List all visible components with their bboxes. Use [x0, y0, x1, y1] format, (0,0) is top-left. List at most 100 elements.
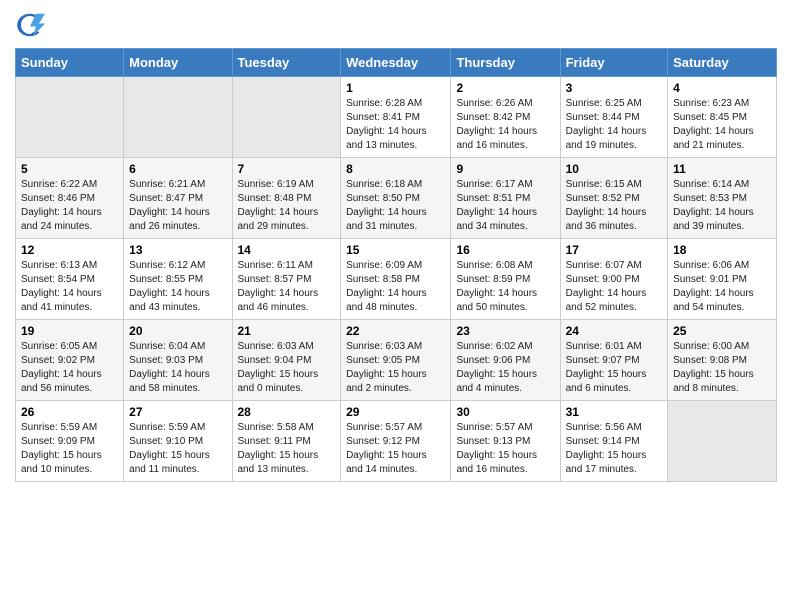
day-number: 29: [346, 405, 445, 419]
day-number: 7: [238, 162, 336, 176]
day-number: 3: [566, 81, 662, 95]
calendar-cell: 1Sunrise: 6:28 AM Sunset: 8:41 PM Daylig…: [341, 77, 451, 158]
day-number: 19: [21, 324, 118, 338]
calendar-table: SundayMondayTuesdayWednesdayThursdayFrid…: [15, 48, 777, 482]
day-info: Sunrise: 5:59 AM Sunset: 9:10 PM Dayligh…: [129, 421, 226, 477]
calendar-cell: 17 Sunrise: 6:07 AM Sunset: 9:00 PM Dayli…: [560, 239, 667, 320]
header-thursday: Thursday: [451, 49, 560, 77]
day-number: 6: [129, 162, 226, 176]
calendar-cell: 12 Sunrise: 6:13 AM Sunset: 8:54 PM Dayli…: [16, 239, 124, 320]
day-number: 30: [456, 405, 554, 419]
calendar-cell: 11Sunrise: 6:14 AM Sunset: 8:53 PM Dayli…: [668, 158, 777, 239]
day-number: 31: [566, 405, 662, 419]
logo: [15, 10, 49, 40]
calendar-cell: [124, 77, 232, 158]
calendar-cell: 2 Sunrise: 6:26 AM Sunset: 8:42 PM Daylig…: [451, 77, 560, 158]
day-number: 23: [456, 324, 554, 338]
day-number: 16: [456, 243, 554, 257]
week-row-4: 19 Sunrise: 6:05 AM Sunset: 9:02 PM Dayli…: [16, 320, 777, 401]
day-info: Sunrise: 6:05 AM Sunset: 9:02 PM Dayligh…: [21, 340, 118, 396]
day-number: 25: [673, 324, 771, 338]
day-info: Sunrise: 5:59 AM Sunset: 9:09 PM Dayligh…: [21, 421, 118, 477]
day-info: Sunrise: 5:56 AM Sunset: 9:14 PM Dayligh…: [566, 421, 662, 477]
calendar-header-row: SundayMondayTuesdayWednesdayThursdayFrid…: [16, 49, 777, 77]
calendar-cell: 31 Sunrise: 5:56 AM Sunset: 9:14 PM Dayli…: [560, 401, 667, 482]
header: [15, 10, 777, 40]
calendar-cell: 6 Sunrise: 6:21 AM Sunset: 8:47 PM Daylig…: [124, 158, 232, 239]
week-row-2: 5 Sunrise: 6:22 AM Sunset: 8:46 PM Daylig…: [16, 158, 777, 239]
day-info: Sunrise: 6:02 AM Sunset: 9:06 PM Dayligh…: [456, 340, 554, 396]
week-row-5: 26 Sunrise: 5:59 AM Sunset: 9:09 PM Dayli…: [16, 401, 777, 482]
calendar-cell: 24 Sunrise: 6:01 AM Sunset: 9:07 PM Dayli…: [560, 320, 667, 401]
day-number: 18: [673, 243, 771, 257]
day-number: 8: [346, 162, 445, 176]
day-info: Sunrise: 6:09 AM Sunset: 8:58 PM Dayligh…: [346, 259, 445, 315]
header-saturday: Saturday: [668, 49, 777, 77]
calendar-cell: 25 Sunrise: 6:00 AM Sunset: 9:08 PM Dayli…: [668, 320, 777, 401]
day-info: Sunrise: 6:00 AM Sunset: 9:08 PM Dayligh…: [673, 340, 771, 396]
header-friday: Friday: [560, 49, 667, 77]
day-number: 26: [21, 405, 118, 419]
day-info: Sunrise: 6:28 AM Sunset: 8:41 PM Dayligh…: [346, 97, 445, 153]
calendar-cell: 16Sunrise: 6:08 AM Sunset: 8:59 PM Dayli…: [451, 239, 560, 320]
day-info: Sunrise: 6:23 AM Sunset: 8:45 PM Dayligh…: [673, 97, 771, 153]
day-info: Sunrise: 6:18 AM Sunset: 8:50 PM Dayligh…: [346, 178, 445, 234]
day-info: Sunrise: 6:03 AM Sunset: 9:05 PM Dayligh…: [346, 340, 445, 396]
calendar-cell: 30 Sunrise: 5:57 AM Sunset: 9:13 PM Dayli…: [451, 401, 560, 482]
calendar-cell: 23 Sunrise: 6:02 AM Sunset: 9:06 PM Dayli…: [451, 320, 560, 401]
day-number: 21: [238, 324, 336, 338]
day-info: Sunrise: 6:04 AM Sunset: 9:03 PM Dayligh…: [129, 340, 226, 396]
calendar-cell: 26 Sunrise: 5:59 AM Sunset: 9:09 PM Dayli…: [16, 401, 124, 482]
calendar-cell: 18Sunrise: 6:06 AM Sunset: 9:01 PM Dayli…: [668, 239, 777, 320]
day-info: Sunrise: 6:22 AM Sunset: 8:46 PM Dayligh…: [21, 178, 118, 234]
calendar-cell: 28 Sunrise: 5:58 AM Sunset: 9:11 PM Dayli…: [232, 401, 341, 482]
header-sunday: Sunday: [16, 49, 124, 77]
calendar-cell: 8 Sunrise: 6:18 AM Sunset: 8:50 PM Daylig…: [341, 158, 451, 239]
day-number: 9: [456, 162, 554, 176]
day-info: Sunrise: 5:57 AM Sunset: 9:12 PM Dayligh…: [346, 421, 445, 477]
day-info: Sunrise: 6:07 AM Sunset: 9:00 PM Dayligh…: [566, 259, 662, 315]
logo-icon: [15, 10, 45, 40]
day-info: Sunrise: 6:01 AM Sunset: 9:07 PM Dayligh…: [566, 340, 662, 396]
calendar-cell: 27 Sunrise: 5:59 AM Sunset: 9:10 PM Dayli…: [124, 401, 232, 482]
day-number: 11: [673, 162, 771, 176]
day-info: Sunrise: 5:58 AM Sunset: 9:11 PM Dayligh…: [238, 421, 336, 477]
header-wednesday: Wednesday: [341, 49, 451, 77]
calendar-cell: 21 Sunrise: 6:03 AM Sunset: 9:04 PM Dayli…: [232, 320, 341, 401]
calendar-cell: 9 Sunrise: 6:17 AM Sunset: 8:51 PM Daylig…: [451, 158, 560, 239]
day-number: 2: [456, 81, 554, 95]
day-info: Sunrise: 6:17 AM Sunset: 8:51 PM Dayligh…: [456, 178, 554, 234]
day-number: 27: [129, 405, 226, 419]
day-number: 5: [21, 162, 118, 176]
day-info: Sunrise: 6:13 AM Sunset: 8:54 PM Dayligh…: [21, 259, 118, 315]
day-number: 24: [566, 324, 662, 338]
day-info: Sunrise: 6:03 AM Sunset: 9:04 PM Dayligh…: [238, 340, 336, 396]
calendar-cell: 19 Sunrise: 6:05 AM Sunset: 9:02 PM Dayli…: [16, 320, 124, 401]
calendar-cell: [232, 77, 341, 158]
day-number: 12: [21, 243, 118, 257]
day-info: Sunrise: 5:57 AM Sunset: 9:13 PM Dayligh…: [456, 421, 554, 477]
calendar-cell: 29 Sunrise: 5:57 AM Sunset: 9:12 PM Dayli…: [341, 401, 451, 482]
week-row-3: 12 Sunrise: 6:13 AM Sunset: 8:54 PM Dayli…: [16, 239, 777, 320]
day-number: 15: [346, 243, 445, 257]
day-info: Sunrise: 6:11 AM Sunset: 8:57 PM Dayligh…: [238, 259, 336, 315]
week-row-1: 1Sunrise: 6:28 AM Sunset: 8:41 PM Daylig…: [16, 77, 777, 158]
day-info: Sunrise: 6:26 AM Sunset: 8:42 PM Dayligh…: [456, 97, 554, 153]
day-number: 14: [238, 243, 336, 257]
day-info: Sunrise: 6:19 AM Sunset: 8:48 PM Dayligh…: [238, 178, 336, 234]
day-number: 4: [673, 81, 771, 95]
calendar-cell: 4 Sunrise: 6:23 AM Sunset: 8:45 PM Daylig…: [668, 77, 777, 158]
calendar-cell: 15 Sunrise: 6:09 AM Sunset: 8:58 PM Dayli…: [341, 239, 451, 320]
day-info: Sunrise: 6:15 AM Sunset: 8:52 PM Dayligh…: [566, 178, 662, 234]
calendar-cell: 3Sunrise: 6:25 AM Sunset: 8:44 PM Daylig…: [560, 77, 667, 158]
day-info: Sunrise: 6:12 AM Sunset: 8:55 PM Dayligh…: [129, 259, 226, 315]
calendar-cell: 20Sunrise: 6:04 AM Sunset: 9:03 PM Dayli…: [124, 320, 232, 401]
day-info: Sunrise: 6:21 AM Sunset: 8:47 PM Dayligh…: [129, 178, 226, 234]
calendar-cell: [16, 77, 124, 158]
day-number: 13: [129, 243, 226, 257]
day-number: 17: [566, 243, 662, 257]
day-number: 10: [566, 162, 662, 176]
day-number: 28: [238, 405, 336, 419]
calendar-cell: 10 Sunrise: 6:15 AM Sunset: 8:52 PM Dayli…: [560, 158, 667, 239]
day-number: 22: [346, 324, 445, 338]
